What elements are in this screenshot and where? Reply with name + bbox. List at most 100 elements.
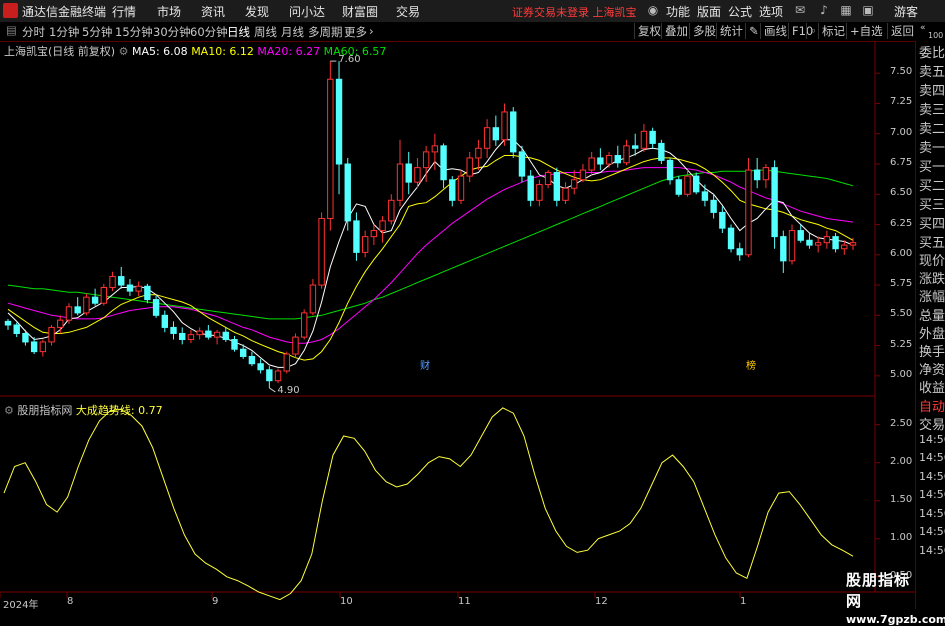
period-60min[interactable]: 60分钟 <box>190 24 228 40</box>
date-tick: 8 <box>67 596 74 607</box>
menu-market-quotes[interactable]: 行情 <box>112 3 136 20</box>
panel-label-16: 换手 <box>919 345 945 360</box>
guest-user[interactable]: 游客 <box>894 3 918 20</box>
period-1min[interactable]: 1分钟 <box>49 24 79 40</box>
grid-icon[interactable]: ▦ <box>838 2 854 18</box>
panel-label-20[interactable]: 交易 <box>919 414 945 433</box>
kline-chart[interactable] <box>0 41 915 609</box>
envelope-icon[interactable]: ✉ <box>792 2 808 18</box>
candle-body <box>414 167 421 183</box>
period-5min[interactable]: 5分钟 <box>82 24 112 40</box>
date-tick: 9 <box>212 596 219 607</box>
period-more[interactable]: 更多 <box>344 24 367 40</box>
candle-body <box>510 111 517 153</box>
menu-news[interactable]: 资讯 <box>201 3 225 20</box>
panel-label-27: 14:56 <box>919 544 945 557</box>
candle-body <box>405 163 412 183</box>
candle-body <box>39 341 47 353</box>
btn-add-favorite[interactable]: +自选 <box>846 23 886 39</box>
candle-body <box>632 145 639 149</box>
candle-body <box>335 78 343 165</box>
shirt-icon[interactable]: ▣ <box>860 2 876 18</box>
candle-body <box>562 187 569 201</box>
panel-top-value: 100 <box>928 31 944 40</box>
panel-label-21: 14:56 <box>919 433 945 446</box>
candle-body <box>231 339 238 350</box>
panel-label-8: 买三 <box>919 198 945 213</box>
candle-body <box>144 285 151 301</box>
low-price-annotation: 4.90 <box>277 384 300 396</box>
ma5-line <box>7 139 854 368</box>
candle-body <box>571 179 578 189</box>
candle-body <box>579 169 587 181</box>
period-multi[interactable]: 多周期 <box>308 24 343 40</box>
toolbar-toggle-icon[interactable]: ▤ <box>6 23 17 37</box>
menu-options[interactable]: 选项 <box>759 3 783 20</box>
btn-overlay[interactable]: 叠加 <box>661 23 691 39</box>
candle-body <box>396 163 404 201</box>
search-icon[interactable]: ◉ <box>645 2 661 18</box>
login-notice[interactable]: 证券交易未登录 上海凯宝 <box>512 4 637 20</box>
candle-body <box>353 220 360 253</box>
panel-label-1: 卖五 <box>919 65 945 80</box>
candle-body <box>222 331 229 341</box>
candle-body <box>257 363 264 371</box>
period-monthly[interactable]: 月线 <box>281 24 304 40</box>
chevron-right-icon[interactable]: › <box>369 24 374 38</box>
candle-body <box>544 171 552 186</box>
price-tick: 7.00 <box>890 126 913 138</box>
candle-body <box>501 111 508 141</box>
menu-market[interactable]: 市场 <box>157 3 181 20</box>
candle-body <box>205 330 212 338</box>
period-daily[interactable]: 日线 <box>227 24 250 40</box>
candle-body <box>806 239 813 246</box>
period-intraday[interactable]: 分时 <box>22 24 45 40</box>
menu-wealth-circle[interactable]: 财富圈 <box>342 3 378 20</box>
btn-adjust[interactable]: 复权 <box>634 23 664 39</box>
panel-label-10: 买五 <box>919 236 945 251</box>
period-weekly[interactable]: 周线 <box>254 24 277 40</box>
price-tick: 6.25 <box>890 217 913 229</box>
candle-body <box>588 157 595 171</box>
candle-body <box>727 227 735 250</box>
candle-body <box>692 175 700 193</box>
menu-ask[interactable]: 问小达 <box>289 3 325 20</box>
rank-marker[interactable]: 榜 <box>746 357 756 372</box>
panel-label-12: 涨跌 <box>919 272 945 287</box>
period-15min[interactable]: 15分钟 <box>115 24 153 40</box>
candle-body <box>597 157 604 165</box>
candle-body <box>684 175 691 195</box>
btn-back[interactable]: 返回 <box>887 23 917 39</box>
btn-draw-line[interactable]: 画线 <box>760 23 790 39</box>
menu-formula[interactable]: 公式 <box>728 3 752 20</box>
menu-trade[interactable]: 交易 <box>396 3 420 20</box>
btn-statistics[interactable]: 统计 <box>716 23 746 39</box>
menu-layout[interactable]: 版面 <box>697 3 721 20</box>
panel-collapse-icon[interactable]: « <box>920 24 926 33</box>
panel-label-19[interactable]: 自动 <box>919 396 945 415</box>
candle-body <box>344 163 351 222</box>
menu-function[interactable]: 功能 <box>666 3 690 20</box>
candle-body <box>13 324 20 334</box>
price-tick: 5.25 <box>890 338 913 350</box>
price-tick: 7.50 <box>890 66 913 78</box>
candle-body <box>388 199 395 222</box>
btn-multi-stock[interactable]: 多股 <box>689 23 719 39</box>
candle-body <box>213 331 221 338</box>
candle-body <box>492 127 500 141</box>
panel-label-2: 卖四 <box>919 84 945 99</box>
candle-body <box>318 217 325 286</box>
candle-body <box>4 320 12 326</box>
candle-body <box>536 184 543 201</box>
bell-icon[interactable]: ♪ <box>816 2 832 18</box>
candle-body <box>745 169 752 256</box>
candle-body <box>100 286 108 304</box>
period-30min[interactable]: 30分钟 <box>153 24 191 40</box>
candle-body <box>300 312 308 338</box>
menu-discover[interactable]: 发现 <box>245 3 269 20</box>
panel-label-23: 14:56 <box>919 470 945 483</box>
panel-label-4: 卖二 <box>919 122 945 137</box>
btn-mark[interactable]: 标记 <box>818 23 848 39</box>
finance-marker[interactable]: 财 <box>420 357 430 372</box>
candle-body <box>518 151 526 177</box>
